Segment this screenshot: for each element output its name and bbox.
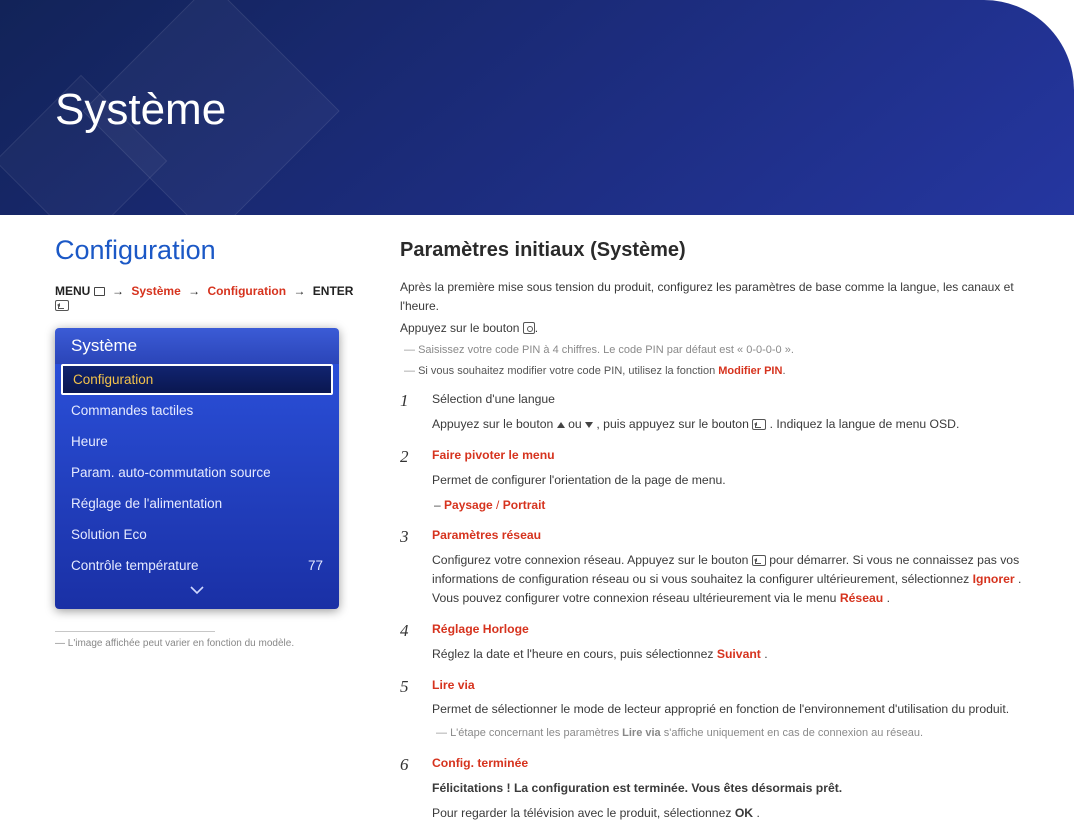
step-title: Faire pivoter le menu [432,446,1034,465]
osd-item-controle-temperature[interactable]: Contrôle température 77 [55,550,339,581]
step-body: Réglez la date et l'heure en cours, puis… [432,645,1034,664]
osd-item-label: Réglage de l'alimentation [71,496,222,511]
step-body: Permet de configurer l'orientation de la… [432,471,1034,490]
step-title: Lire via [432,676,1034,695]
step-3: Paramètres réseau Configurez votre conne… [400,526,1034,608]
path-enter-label: ENTER [313,284,354,298]
step-title: Config. terminée [432,754,1034,773]
osd-item-auto-commutation[interactable]: Param. auto-commutation source [55,457,339,488]
pin-default-note: Saisissez votre code PIN à 4 chiffres. L… [400,342,1034,359]
step-body: Appuyez sur le bouton ou , puis appuyez … [432,415,1034,434]
enter-icon [55,300,69,311]
right-heading: Paramètres initiaux (Système) [400,235,1034,266]
pin-modify-note: Si vous souhaitez modifier votre code PI… [400,363,1034,380]
step-2: Faire pivoter le menu Permet de configur… [400,446,1034,514]
menu-path: MENU → Système → Configuration → ENTER [55,284,370,312]
model-dependent-note: L'image affichée peut varier en fonction… [55,638,370,649]
osd-body: Configuration Commandes tactiles Heure P… [55,364,339,609]
path-configuration: Configuration [207,284,286,298]
osd-item-label: Commandes tactiles [71,403,193,418]
osd-item-solution-eco[interactable]: Solution Eco [55,519,339,550]
path-systeme: Système [131,284,180,298]
step-title: Sélection d'une langue [432,390,1034,409]
osd-title: Système [55,328,339,364]
osd-item-label: Solution Eco [71,527,147,542]
step-4: Réglage Horloge Réglez la date et l'heur… [400,620,1034,664]
page-body: Configuration MENU → Système → Configura… [0,215,1080,835]
osd-item-label: Heure [71,434,108,449]
step-note: L'étape concernant les paramètres Lire v… [432,725,1034,742]
intro-line1: Après la première mise sous tension du p… [400,278,1034,315]
enter-icon [752,555,766,566]
osd-scroll-down[interactable] [55,581,339,603]
step-6: Config. terminée Félicitations ! La conf… [400,754,1034,823]
osd-item-heure[interactable]: Heure [55,426,339,457]
down-icon [585,422,593,428]
osd-item-label: Param. auto-commutation source [71,465,271,480]
osd-item-value: 77 [308,558,323,573]
step-body: Configurez votre connexion réseau. Appuy… [432,551,1034,608]
enter-icon [752,419,766,430]
steps-list: Sélection d'une langue Appuyez sur le bo… [400,390,1034,823]
osd-item-commandes-tactiles[interactable]: Commandes tactiles [55,395,339,426]
osd-item-label: Contrôle température [71,558,199,573]
step-congrats: Félicitations ! La configuration est ter… [432,779,1034,798]
intro-line2: Appuyez sur le bouton . [400,319,1034,338]
step-1: Sélection d'une langue Appuyez sur le bo… [400,390,1034,434]
path-menu-label: MENU [55,284,90,298]
chapter-title: Système [55,85,226,135]
home-button-icon [523,322,535,334]
osd-item-alimentation[interactable]: Réglage de l'alimentation [55,488,339,519]
step-title: Réglage Horloge [432,620,1034,639]
footnote-divider [55,631,215,632]
step-title: Paramètres réseau [432,526,1034,545]
left-column: Configuration MENU → Système → Configura… [0,235,400,835]
chapter-banner: Système [0,0,1074,215]
chevron-down-icon [189,585,205,595]
step-5: Lire via Permet de sélectionner le mode … [400,676,1034,743]
section-heading: Configuration [55,235,370,266]
osd-panel: Système Configuration Commandes tactiles… [55,328,339,609]
osd-item-configuration[interactable]: Configuration [61,364,333,395]
step-body: Pour regarder la télévision avec le prod… [432,804,1034,823]
menu-icon [94,287,105,296]
osd-item-label: Configuration [73,372,153,387]
right-column: Paramètres initiaux (Système) Après la p… [400,235,1080,835]
up-icon [557,422,565,428]
step-body: Permet de sélectionner le mode de lecteu… [432,700,1034,719]
step-options: Paysage / Portrait [434,496,1034,515]
